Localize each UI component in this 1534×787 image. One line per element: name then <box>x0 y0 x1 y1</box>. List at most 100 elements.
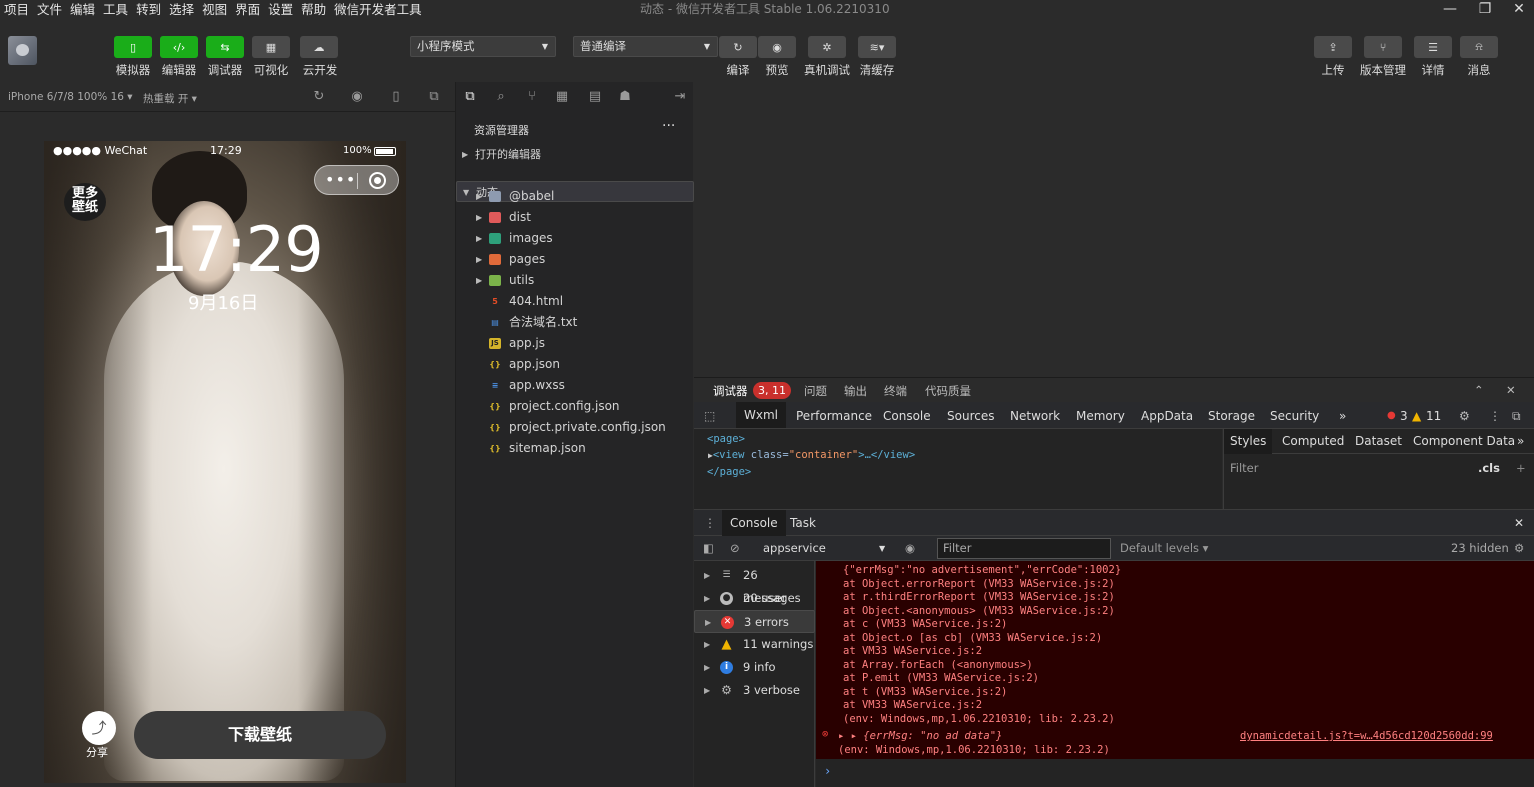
version-button[interactable]: ⑂ <box>1364 36 1402 58</box>
upload-button[interactable]: ⇪ <box>1314 36 1352 58</box>
more-wallpaper-badge[interactable]: 更多 壁纸 <box>64 183 106 221</box>
tab-performance[interactable]: Performance <box>796 409 872 423</box>
tree-item[interactable]: ▶ images <box>456 228 694 249</box>
sidebar-user-messages[interactable]: ▶●20 user mes... <box>694 587 815 628</box>
tab-memory[interactable]: Memory <box>1076 409 1125 423</box>
editor-button[interactable]: ‹/› <box>160 36 198 58</box>
warning-count[interactable]: 11 <box>1426 409 1441 423</box>
clear-cache-button[interactable]: ≋▾ <box>858 36 896 58</box>
tab-output[interactable]: 输出 <box>844 383 867 399</box>
menu-help[interactable]: 帮助 <box>297 0 330 20</box>
menu-project[interactable]: 项目 <box>0 0 33 20</box>
menu-wechat-devtools[interactable]: 微信开发者工具 <box>330 0 426 20</box>
collapse-panel-icon[interactable]: ⇥ <box>672 89 688 105</box>
plus-icon[interactable]: + <box>1516 461 1526 475</box>
hot-reload-toggle[interactable]: 热重载 开 ▾ <box>143 91 197 106</box>
minimize-icon[interactable]: — <box>1435 0 1465 20</box>
extensions-icon[interactable]: ▦ <box>554 89 570 105</box>
more-dots-icon[interactable]: ••• <box>325 170 356 189</box>
tree-item[interactable]: JS app.js <box>456 333 694 354</box>
search-icon[interactable]: ⌕ <box>493 89 509 105</box>
tab-problems[interactable]: 问题 <box>804 383 827 399</box>
tab-security[interactable]: Security <box>1270 409 1319 423</box>
share-icon[interactable]: ⤴ <box>82 711 116 745</box>
tab-debugger[interactable]: 调试器 <box>713 383 748 399</box>
files-icon[interactable]: ⧉ <box>462 89 478 105</box>
compile-button[interactable]: ↻ <box>719 36 757 58</box>
preview-button[interactable]: ◉ <box>758 36 796 58</box>
eye-icon[interactable]: ◉ <box>905 541 915 555</box>
console-error-entry-2[interactable]: ⊗ ▸ ▸ {errMsg: "no ad data"} dynamicdeta… <box>816 726 1534 759</box>
tab-sources[interactable]: Sources <box>947 409 994 423</box>
menu-view[interactable]: 视图 <box>198 0 231 20</box>
more-icon[interactable]: ··· <box>662 118 675 134</box>
tab-dataset[interactable]: Dataset <box>1355 434 1402 448</box>
tab-computed[interactable]: Computed <box>1282 434 1344 448</box>
gear-icon[interactable]: ⚙ <box>1514 541 1524 555</box>
sidebar-errors[interactable]: ▶ ✕ 3 errors <box>694 610 815 633</box>
sidebar-verbose[interactable]: ▶ ⚙ 3 verbose <box>694 679 815 702</box>
tab-appdata[interactable]: AppData <box>1141 409 1193 423</box>
menu-file[interactable]: 文件 <box>33 0 66 20</box>
wxml-page-close[interactable]: </page> <box>707 466 751 478</box>
error-message[interactable]: ▸ ▸ {errMsg: "no ad data"} <box>838 730 1002 742</box>
dock-icon[interactable]: ⧉ <box>1512 409 1521 424</box>
kebab-icon[interactable]: ⋮ <box>704 516 716 530</box>
cloud-button[interactable]: ☁ <box>300 36 338 58</box>
close-icon[interactable]: ✕ <box>1514 516 1524 530</box>
tab-storage[interactable]: Storage <box>1208 409 1255 423</box>
tree-item[interactable]: {} project.config.json <box>456 396 694 417</box>
tab-component-data[interactable]: Component Data <box>1413 434 1515 448</box>
menu-goto[interactable]: 转到 <box>132 0 165 20</box>
wxml-view-node[interactable]: ▶<view class="container">…</view> <box>708 449 915 461</box>
tree-item[interactable]: ▶ utils <box>456 270 694 291</box>
source-control-icon[interactable]: ⑂ <box>524 89 540 105</box>
tab-wxml[interactable]: Wxml <box>736 402 786 428</box>
close-icon[interactable]: ✕ <box>1506 383 1516 397</box>
rotate-icon[interactable]: ↻ <box>311 89 327 105</box>
close-icon[interactable]: ✕ <box>1504 0 1534 20</box>
outline-icon[interactable]: ▤ <box>587 89 603 105</box>
compile-select[interactable]: 普通编译 ▼ <box>573 36 718 57</box>
tree-section-open-editors[interactable]: ▶ 打开的编辑器 <box>456 144 694 165</box>
tab-task[interactable]: Task <box>790 516 816 530</box>
chevron-up-icon[interactable]: ⌃ <box>1474 383 1484 397</box>
tab-console[interactable]: Console <box>883 409 931 423</box>
context-select[interactable]: appservice <box>763 541 826 555</box>
more-tabs-icon[interactable]: » <box>1339 409 1346 423</box>
error-count[interactable]: 3 <box>1400 409 1408 423</box>
debugger-button[interactable]: ⇆ <box>206 36 244 58</box>
popout-icon[interactable]: ⧉ <box>426 89 442 105</box>
phone-icon[interactable]: ▯ <box>388 89 404 105</box>
tab-styles[interactable]: Styles <box>1224 429 1273 454</box>
tree-item[interactable]: {} sitemap.json <box>456 438 694 459</box>
visual-button[interactable]: ▦ <box>252 36 290 58</box>
menu-select[interactable]: 选择 <box>165 0 198 20</box>
tree-item[interactable]: ▶ pages <box>456 249 694 270</box>
messages-button[interactable]: ⍾ <box>1460 36 1498 58</box>
sidebar-warnings[interactable]: ▶ ▲ 11 warnings <box>694 633 815 656</box>
close-circle-icon[interactable] <box>369 172 386 189</box>
wxml-page-open[interactable]: <page> <box>707 433 745 445</box>
error-source-link[interactable]: dynamicdetail.js?t=w…4d56cd120d2560dd:99 <box>1240 730 1493 742</box>
tree-item[interactable]: {} project.private.config.json <box>456 417 694 438</box>
kebab-icon[interactable]: ⋮ <box>1489 409 1501 423</box>
device-select[interactable]: iPhone 6/7/8 100% 16 ▾ <box>8 91 133 103</box>
levels-select[interactable]: Default levels ▾ <box>1120 541 1208 555</box>
tab-code-quality[interactable]: 代码质量 <box>925 383 971 399</box>
gear-icon[interactable]: ⚙ <box>1459 409 1470 423</box>
record-icon[interactable]: ◉ <box>349 89 365 105</box>
tab-console-drawer[interactable]: Console <box>722 510 786 536</box>
docker-icon[interactable]: ☗ <box>617 89 633 105</box>
maximize-icon[interactable]: ❐ <box>1470 0 1500 20</box>
more-tabs-icon[interactable]: » <box>1517 434 1524 448</box>
menu-ui[interactable]: 界面 <box>231 0 264 20</box>
inspect-icon[interactable]: ⬚ <box>704 409 715 423</box>
remote-debug-button[interactable]: ✲ <box>808 36 846 58</box>
simulator-button[interactable]: ▯ <box>114 36 152 58</box>
tree-item[interactable]: {} app.json <box>456 354 694 375</box>
sidebar-toggle-icon[interactable]: ◧ <box>703 541 714 555</box>
menu-edit[interactable]: 编辑 <box>66 0 99 20</box>
menu-settings[interactable]: 设置 <box>264 0 297 20</box>
console-prompt[interactable]: › <box>824 764 831 778</box>
